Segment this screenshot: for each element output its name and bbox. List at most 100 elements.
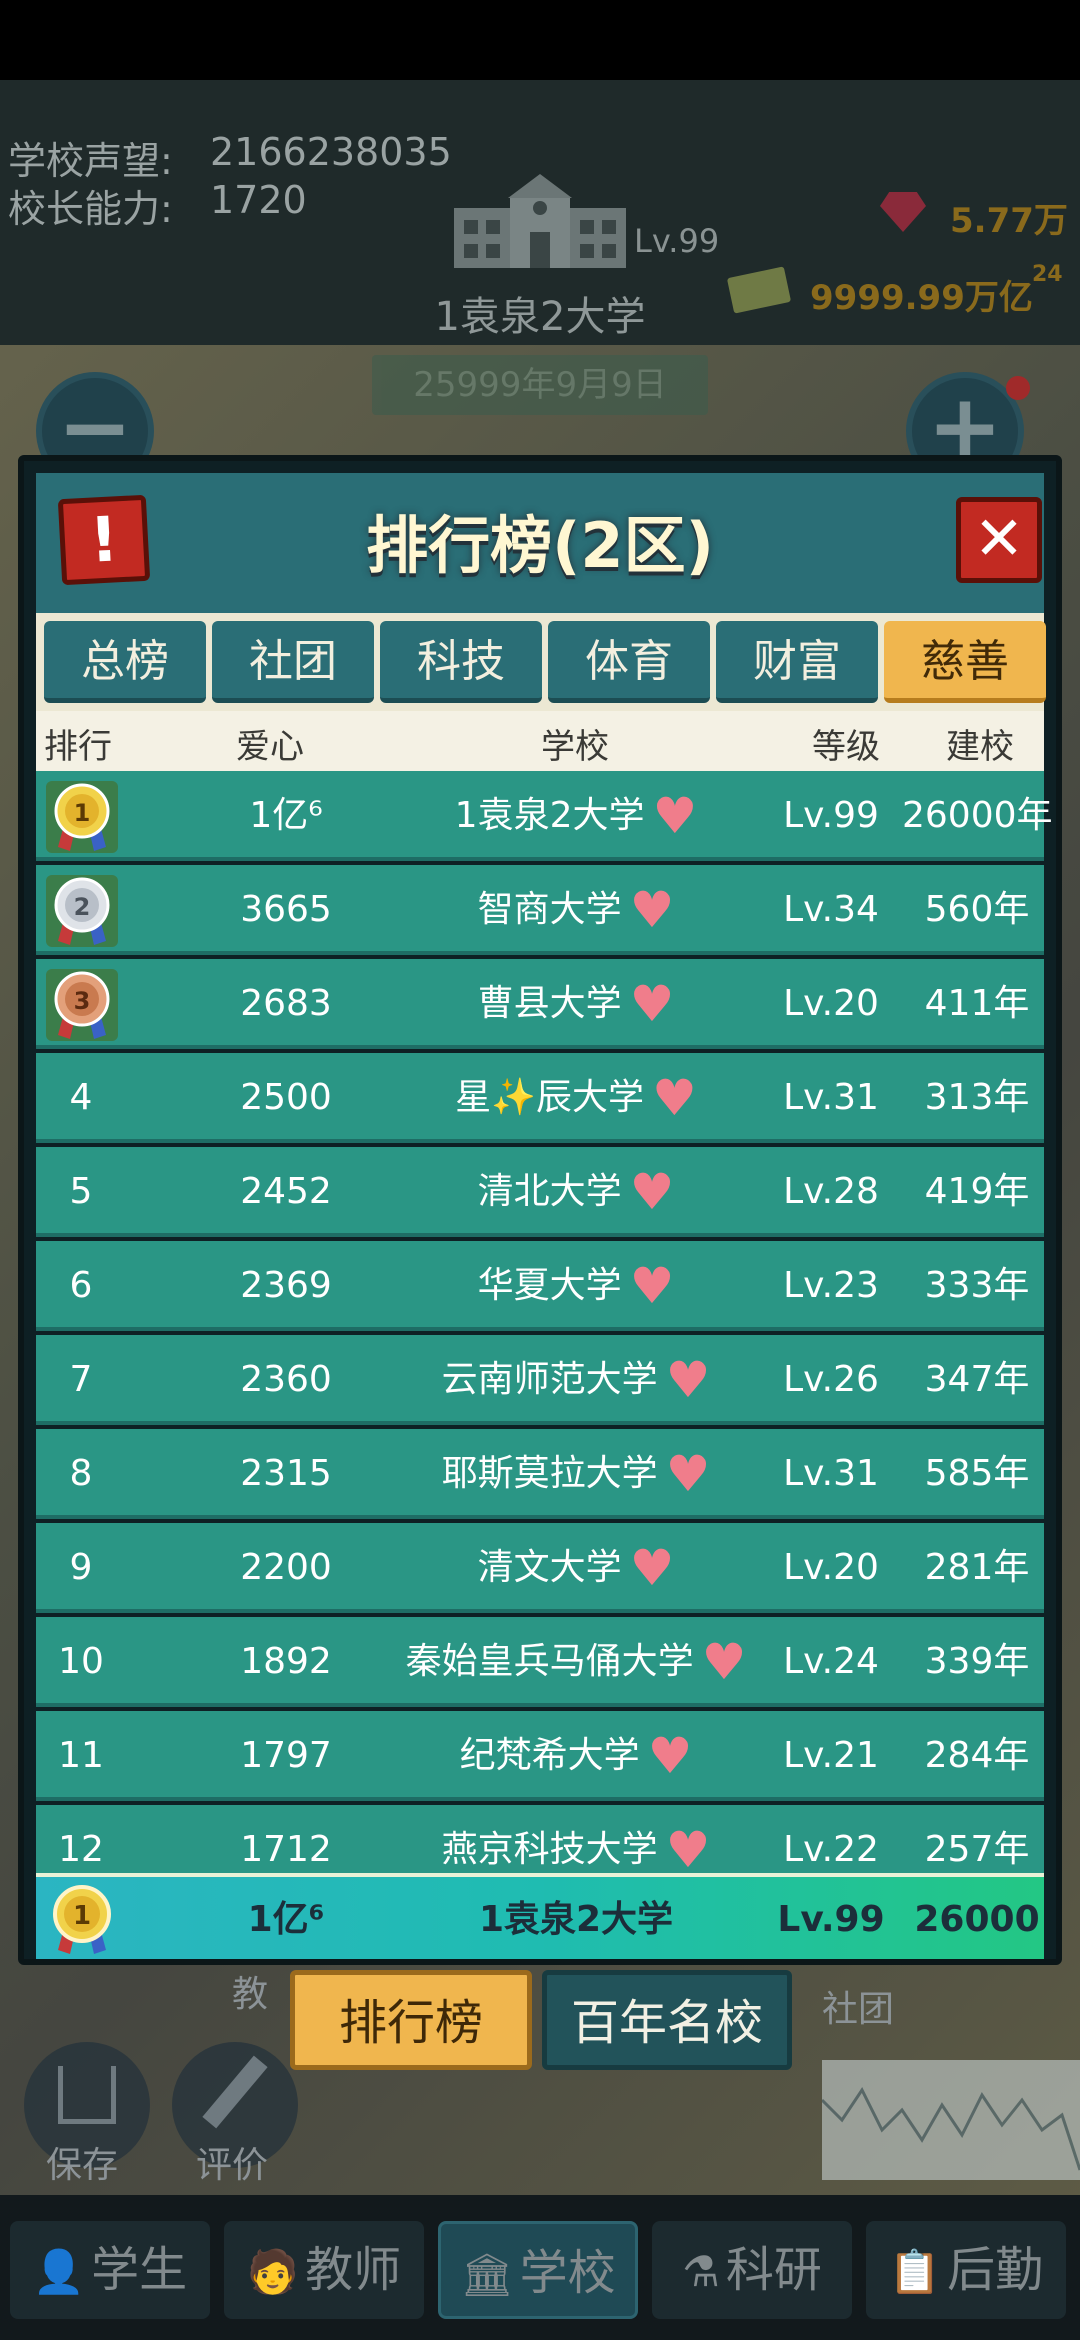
col-level: 等级	[812, 727, 880, 767]
money-amount: 9999.99万亿	[810, 278, 1033, 318]
level-value: Lv.24	[783, 1641, 879, 1682]
nav-school[interactable]: 🏛 学校	[438, 2221, 638, 2319]
rate-label: 评价	[196, 2145, 269, 2186]
close-button[interactable]: ✕	[956, 497, 1042, 583]
founded-value: 411年	[924, 983, 1030, 1024]
download-icon	[58, 2066, 116, 2124]
founded-value: 347年	[924, 1359, 1030, 1400]
tab-total[interactable]: 总榜	[44, 621, 206, 703]
school-cell: 清文大学 ♥	[366, 1523, 786, 1613]
tab-tech[interactable]: 科技	[380, 621, 542, 703]
logistics-icon: 📋	[888, 2247, 942, 2296]
table-row[interactable]: 11 1797 纪梵希大学 ♥ Lv.21 284年	[36, 1711, 1044, 1801]
tab-sports[interactable]: 体育	[548, 621, 710, 703]
heart-icon[interactable]: ♥	[630, 1539, 675, 1597]
founded-value: 560年	[924, 889, 1030, 930]
category-tabs: 总榜 社团 科技 体育 财富 慈善	[36, 613, 1046, 711]
school-cell: 智商大学 ♥	[366, 865, 786, 955]
money-exponent: 24	[1032, 262, 1063, 287]
tab-charity[interactable]: 慈善	[884, 621, 1046, 703]
student-icon: 👤	[32, 2247, 86, 2296]
school-cell: 云南师范大学 ♥	[366, 1335, 786, 1425]
founded-value: 284年	[924, 1735, 1030, 1776]
rank-number: 10	[58, 1641, 104, 1682]
heart-icon[interactable]: ♥	[652, 1069, 697, 1127]
table-row[interactable]: 1 1亿⁶ 1袁泉2大学 ♥ Lv.99 26000年	[36, 771, 1053, 861]
silver-medal-icon: 2	[46, 875, 118, 947]
century-school-tab-button[interactable]: 百年名校	[542, 1970, 792, 2070]
prestige-label: 学校声望:	[8, 139, 173, 183]
table-row[interactable]: 7 2360 云南师范大学 ♥ Lv.26 347年	[36, 1335, 1044, 1425]
my-founded: 26000	[914, 1899, 1040, 1940]
heart-icon[interactable]: ♥	[702, 1633, 747, 1691]
nav-logistics[interactable]: 📋 后勤	[866, 2221, 1066, 2319]
level-value: Lv.99	[783, 795, 879, 836]
school-name: 云南师范大学	[441, 1359, 658, 1400]
gem-count: 5.77万	[950, 201, 1068, 241]
nav-student[interactable]: 👤 学生	[10, 2221, 210, 2319]
love-value: 2683	[240, 983, 332, 1024]
love-value: 2200	[240, 1547, 332, 1588]
svg-text:2: 2	[74, 893, 91, 921]
school-cell: 1袁泉2大学 ♥	[366, 771, 786, 861]
school-name: 秦始皇兵马俑大学	[405, 1641, 694, 1682]
leaderboard-modal: 排行榜(2区) ! ✕ 总榜 社团 科技 体育 财富 慈善 排行 爱心 学校 等…	[18, 455, 1062, 1965]
my-love: 1亿⁶	[247, 1899, 325, 1940]
love-value: 2452	[240, 1171, 332, 1212]
bronze-medal-icon: 3	[46, 969, 118, 1041]
school-name: 1袁泉2大学	[454, 795, 645, 836]
heart-icon[interactable]: ♥	[666, 1445, 711, 1503]
nav-teacher[interactable]: 🧑 教师	[224, 2221, 424, 2319]
school-name: 华夏大学	[477, 1265, 622, 1306]
school-name: 纪梵希大学	[459, 1735, 640, 1776]
table-row[interactable]: 10 1892 秦始皇兵马俑大学 ♥ Lv.24 339年	[36, 1617, 1044, 1707]
table-row[interactable]: 4 2500 星✨辰大学 ♥ Lv.31 313年	[36, 1053, 1044, 1143]
nav-research[interactable]: ⚗ 科研	[652, 2221, 852, 2319]
level-value: Lv.20	[783, 983, 879, 1024]
nav-research-label: 科研	[725, 2242, 822, 2298]
bg-club-label: 社团	[822, 1989, 895, 2030]
founded-value: 585年	[924, 1453, 1030, 1494]
heart-icon[interactable]: ♥	[630, 1257, 675, 1315]
gold-medal-icon: 1	[46, 781, 118, 853]
heart-icon[interactable]: ♥	[666, 1351, 711, 1409]
founded-value: 333年	[924, 1265, 1030, 1306]
heart-icon[interactable]: ♥	[630, 881, 675, 939]
rank-number: 11	[58, 1735, 104, 1776]
table-row[interactable]: 2 3665 智商大学 ♥ Lv.34 560年	[36, 865, 1044, 955]
modal-title: 排行榜(2区)	[366, 509, 714, 582]
school-name: 1袁泉2大学	[434, 294, 646, 340]
rank-number: 5	[69, 1171, 93, 1212]
school-level: Lv.99	[634, 222, 720, 260]
heart-icon[interactable]: ♥	[630, 1163, 675, 1221]
table-row[interactable]: 5 2452 清北大学 ♥ Lv.28 419年	[36, 1147, 1044, 1237]
love-value: 1797	[240, 1735, 332, 1776]
level-value: Lv.34	[783, 889, 879, 930]
founded-value: 281年	[924, 1547, 1030, 1588]
tab-club[interactable]: 社团	[212, 621, 374, 703]
love-value: 2500	[240, 1077, 332, 1118]
level-value: Lv.26	[783, 1359, 879, 1400]
table-row[interactable]: 3 2683 曹县大学 ♥ Lv.20 411年	[36, 959, 1044, 1049]
heart-icon[interactable]: ♥	[630, 975, 675, 1033]
school-cell: 耶斯莫拉大学 ♥	[366, 1429, 786, 1519]
table-row[interactable]: 9 2200 清文大学 ♥ Lv.20 281年	[36, 1523, 1044, 1613]
info-button[interactable]: !	[57, 494, 151, 586]
love-value: 1亿⁶	[249, 795, 323, 836]
col-love: 爱心	[236, 727, 304, 767]
heart-icon[interactable]: ♥	[652, 787, 697, 845]
my-level: Lv.99	[777, 1899, 885, 1940]
table-row[interactable]: 6 2369 华夏大学 ♥ Lv.23 333年	[36, 1241, 1044, 1331]
ranking-tab-button[interactable]: 排行榜	[290, 1970, 532, 2070]
school-building-icon	[454, 174, 626, 268]
love-value: 2369	[240, 1265, 332, 1306]
heart-icon[interactable]: ♥	[648, 1727, 693, 1785]
nav-logistics-label: 后勤	[947, 2242, 1044, 2298]
trend-chart-thumbnail[interactable]	[820, 2060, 1080, 2180]
teacher-icon: 🧑	[246, 2247, 300, 2296]
my-rank-row[interactable]: 1 1亿⁶ 1袁泉2大学 Lv.99 26000	[36, 1873, 1044, 1959]
tab-wealth[interactable]: 财富	[716, 621, 878, 703]
heart-icon[interactable]: ♥	[666, 1821, 711, 1879]
table-row[interactable]: 8 2315 耶斯莫拉大学 ♥ Lv.31 585年	[36, 1429, 1044, 1519]
school-cell: 清北大学 ♥	[366, 1147, 786, 1237]
